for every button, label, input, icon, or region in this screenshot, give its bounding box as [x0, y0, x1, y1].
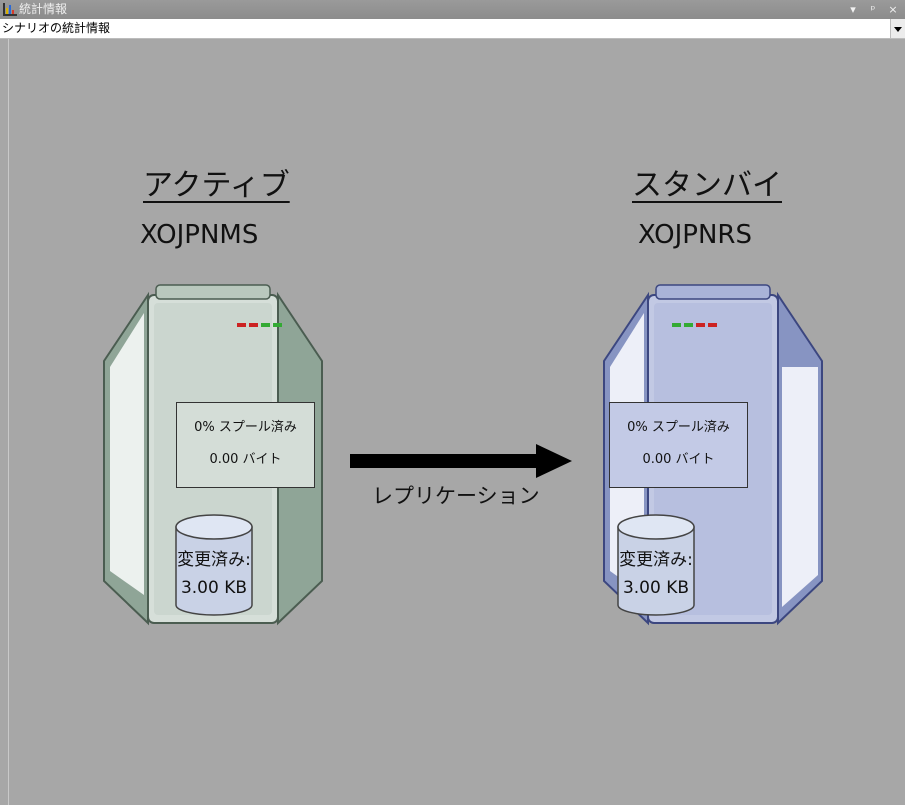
status-light — [672, 323, 681, 327]
window-titlebar: 統計情報 ▾ ᵖ × — [0, 0, 905, 19]
window-menu-dropdown-icon[interactable]: ▾ — [846, 0, 860, 19]
chevron-down-icon[interactable] — [890, 19, 905, 38]
status-light — [696, 323, 705, 327]
status-light — [261, 323, 270, 327]
standby-hostname: XOJPNRS — [638, 220, 752, 250]
pin-icon[interactable]: ᵖ — [866, 0, 880, 19]
standby-spool-panel: 0% スプール済み 0.00 バイト — [609, 402, 748, 488]
active-changed-value: 3.00 KB — [180, 578, 248, 598]
standby-changed-value: 3.00 KB — [622, 578, 690, 598]
active-spool-panel: 0% スプール済み 0.00 バイト — [176, 402, 315, 488]
active-hostname: XOJPNMS — [140, 220, 259, 250]
status-light — [708, 323, 717, 327]
close-icon[interactable]: × — [886, 0, 900, 19]
active-changed-label: 変更済み: — [177, 550, 251, 570]
standby-changed-data: 変更済み: 3.00 KB — [618, 546, 694, 602]
standby-changed-label: 変更済み: — [619, 550, 693, 570]
standby-spool-bytes: 0.00 バイト — [642, 452, 715, 467]
status-light — [237, 323, 246, 327]
active-spool-percent: 0% スプール済み — [194, 420, 297, 435]
active-changed-data: 変更済み: 3.00 KB — [176, 546, 252, 602]
left-border — [0, 39, 9, 805]
standby-heading: スタンバイ — [632, 168, 782, 203]
active-spool-bytes: 0.00 バイト — [209, 452, 282, 467]
replication-label: レプリケーション — [372, 484, 540, 508]
statistics-chart-icon — [3, 3, 17, 16]
active-heading: アクティブ — [143, 168, 290, 203]
window-title: 統計情報 — [19, 2, 68, 16]
status-light — [273, 323, 282, 327]
scenario-statistics-select[interactable]: シナリオの統計情報 — [0, 19, 905, 39]
scenario-select-value: シナリオの統計情報 — [2, 21, 111, 35]
status-light — [249, 323, 258, 327]
replication-arrow-icon — [350, 444, 572, 478]
status-light — [684, 323, 693, 327]
standby-spool-percent: 0% スプール済み — [627, 420, 730, 435]
